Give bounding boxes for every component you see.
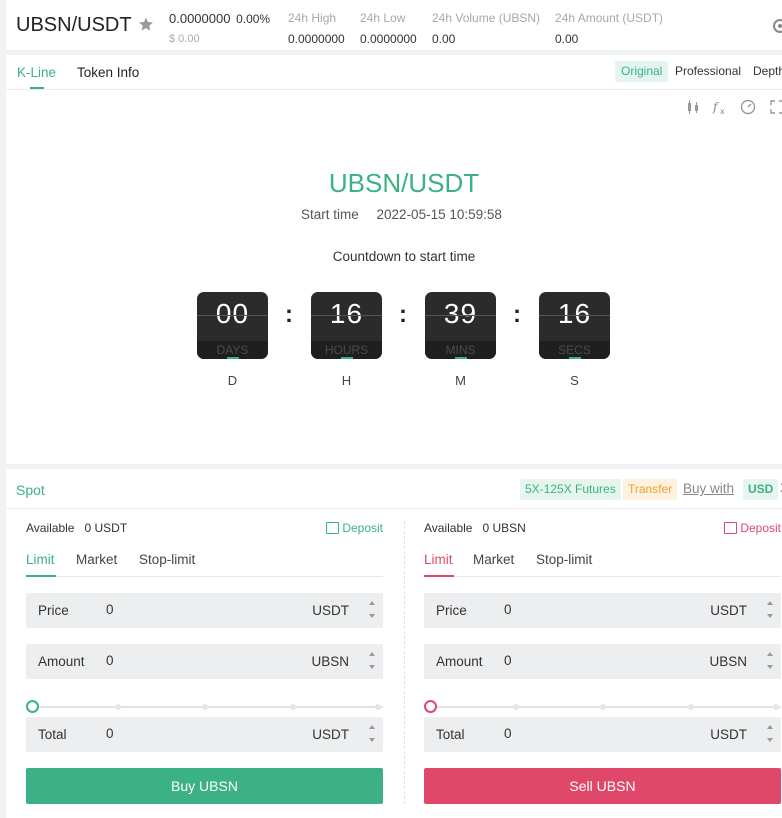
- buy-tab-market[interactable]: Market: [76, 552, 117, 567]
- settings-circle-icon[interactable]: [773, 19, 782, 33]
- countdown-pair-title: UBSN/USDT: [328, 168, 480, 198]
- sell-amount-stepper[interactable]: [759, 644, 781, 679]
- deposit-icon: [724, 522, 738, 534]
- sell-tab-stop-limit[interactable]: Stop-limit: [536, 552, 592, 567]
- sell-tab-limit[interactable]: Limit: [424, 552, 453, 567]
- sell-amount-input[interactable]: [504, 653, 694, 668]
- stat-low-value: 0.0000000: [360, 32, 417, 46]
- buy-tab-stop-limit[interactable]: Stop-limit: [139, 552, 195, 567]
- countdown-letter-d: D: [227, 373, 238, 388]
- buy-total-input[interactable]: [106, 726, 296, 741]
- svg-text:x: x: [720, 107, 725, 115]
- trade-tabs: Spot 5X-125X Futures Transfer Buy with U…: [6, 469, 782, 509]
- sell-amount-field[interactable]: Amount UBSN: [424, 644, 781, 679]
- buy-deposit-link[interactable]: Deposit: [326, 521, 383, 535]
- gauge-settings-icon[interactable]: [740, 99, 756, 115]
- countdown-colon: :: [399, 301, 407, 328]
- tab-kline[interactable]: K-Line: [17, 65, 56, 80]
- buy-price-input[interactable]: [106, 602, 296, 617]
- countdown-letter-h: H: [341, 373, 352, 388]
- countdown-letter-s: S: [570, 373, 579, 388]
- sell-tab-underline: [424, 575, 454, 577]
- countdown-colon: :: [513, 301, 521, 328]
- sell-button[interactable]: Sell UBSN: [424, 768, 781, 804]
- stat-volume-label: 24h Volume (UBSN): [432, 11, 541, 25]
- buy-amount-slider[interactable]: [26, 699, 383, 715]
- countdown-hours: 16 HOURS: [311, 292, 382, 359]
- sell-order-tabs: Limit Market Stop-limit: [424, 552, 781, 577]
- buy-total-stepper[interactable]: [361, 717, 383, 752]
- sell-form: Available 0 UBSN Deposit Limit Market Sto…: [424, 509, 781, 818]
- svg-text:f: f: [712, 100, 720, 114]
- price-usd: $ 0.00: [169, 33, 200, 45]
- tab-kline-underline: [30, 87, 44, 89]
- trade-panel: Spot 5X-125X Futures Transfer Buy with U…: [6, 469, 782, 818]
- futures-button[interactable]: 5X-125X Futures: [520, 479, 621, 500]
- star-icon[interactable]: [138, 16, 154, 32]
- view-original-button[interactable]: Original: [615, 61, 669, 82]
- sell-slider-handle[interactable]: [424, 700, 437, 713]
- sell-deposit-link[interactable]: Deposit: [724, 521, 781, 535]
- tab-token-info[interactable]: Token Info: [77, 65, 139, 80]
- buy-tab-underline: [26, 575, 56, 577]
- buy-button[interactable]: Buy UBSN: [26, 768, 383, 804]
- countdown-seconds: 16 SECS: [539, 292, 610, 359]
- stat-amount-value: 0.00: [555, 32, 579, 46]
- countdown-label: Countdown to start time: [332, 249, 476, 264]
- buy-available-value: 0 USDT: [84, 521, 128, 535]
- sell-available-value: 0 UBSN: [482, 521, 526, 535]
- buy-amount-stepper[interactable]: [361, 644, 383, 679]
- buy-price-stepper[interactable]: [361, 593, 383, 628]
- deposit-icon: [326, 522, 340, 534]
- sell-total-input[interactable]: [504, 726, 694, 741]
- tab-spot[interactable]: Spot: [16, 482, 45, 498]
- buy-tab-limit[interactable]: Limit: [26, 552, 55, 567]
- last-price: 0.0000000 0.00%: [169, 11, 271, 26]
- stat-high-label: 24h High: [288, 11, 337, 25]
- ticker-header: UBSN/USDT 0.0000000 0.00% $ 0.00 24h Hig…: [6, 0, 782, 50]
- indicator-fx-icon[interactable]: f x: [712, 99, 728, 115]
- sell-tab-market[interactable]: Market: [473, 552, 514, 567]
- buy-available: Available 0 USDT: [26, 521, 128, 535]
- buy-slider-handle[interactable]: [26, 700, 39, 713]
- view-depth-button[interactable]: Depth: [747, 61, 782, 82]
- buy-form: Available 0 USDT Deposit Limit Market Sto…: [26, 509, 383, 818]
- buy-amount-input[interactable]: [106, 653, 296, 668]
- buy-price-field[interactable]: Price USDT: [26, 593, 383, 628]
- fullscreen-icon[interactable]: [769, 99, 782, 115]
- sell-amount-slider[interactable]: [424, 699, 781, 715]
- sell-price-input[interactable]: [504, 602, 694, 617]
- stat-amount-label: 24h Amount (USDT): [555, 11, 664, 25]
- countdown-days: 00 DAYS: [197, 292, 268, 359]
- sell-total-stepper[interactable]: [759, 717, 781, 752]
- pair-title: UBSN/USDT: [16, 14, 132, 36]
- chart-panel: K-Line Token Info Original Professional …: [6, 55, 782, 464]
- stat-volume-value: 0.00: [432, 32, 456, 46]
- buy-sell-divider: [404, 521, 405, 804]
- buy-with-link[interactable]: Buy with: [683, 481, 734, 496]
- transfer-button[interactable]: Transfer: [623, 479, 678, 500]
- chart-tabs: K-Line Token Info Original Professional …: [6, 55, 782, 90]
- sell-price-field[interactable]: Price USDT: [424, 593, 781, 628]
- buy-amount-field[interactable]: Amount UBSN: [26, 644, 383, 679]
- stat-low-label: 24h Low: [360, 11, 406, 25]
- countdown-letter-m: M: [455, 373, 466, 388]
- stat-high-value: 0.0000000: [288, 32, 345, 46]
- start-time-row: Start time 2022-05-15 10:59:58: [301, 207, 502, 222]
- countdown-minutes: 39 MINS: [425, 292, 496, 359]
- usd-button[interactable]: USD: [743, 479, 779, 500]
- price-change: 0.00%: [236, 12, 271, 26]
- buy-total-field[interactable]: Total USDT: [26, 717, 383, 752]
- sell-price-stepper[interactable]: [759, 593, 781, 628]
- buy-order-tabs: Limit Market Stop-limit: [26, 552, 383, 577]
- sell-total-field[interactable]: Total USDT: [424, 717, 781, 752]
- start-time-label: Start time: [301, 207, 359, 222]
- sell-available: Available 0 UBSN: [424, 521, 526, 535]
- countdown-colon: :: [285, 301, 293, 328]
- start-time-value: 2022-05-15 10:59:58: [376, 207, 502, 222]
- view-professional-button[interactable]: Professional: [669, 61, 747, 82]
- candlestick-icon[interactable]: [685, 99, 701, 115]
